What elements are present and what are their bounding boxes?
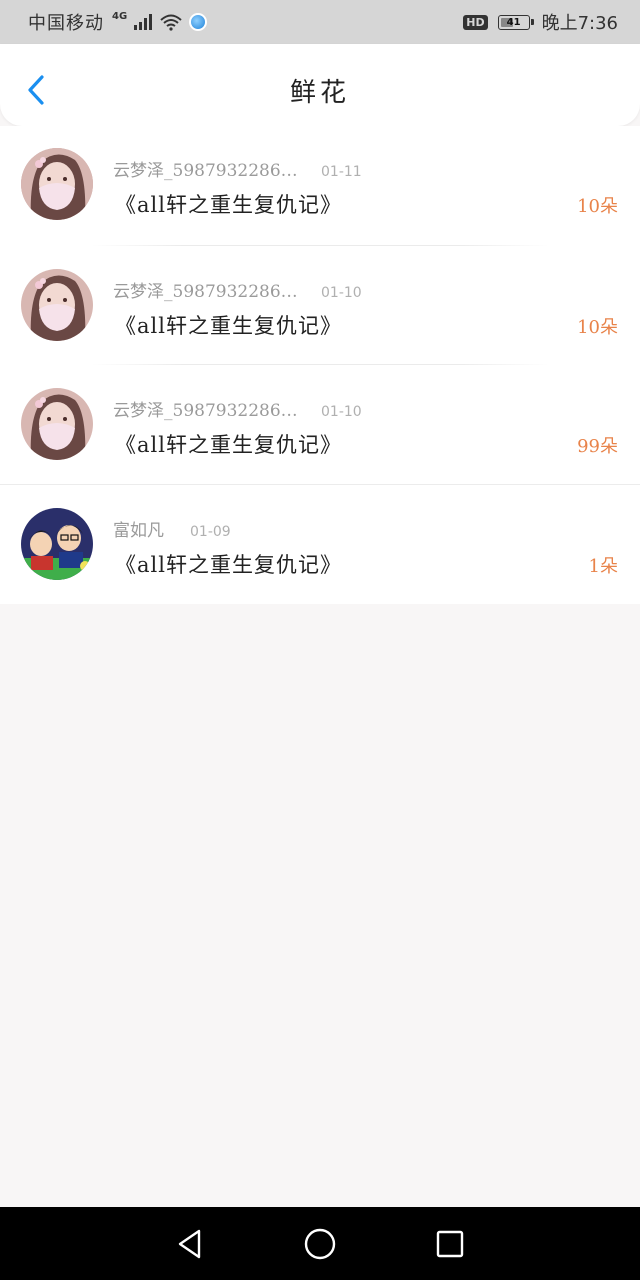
book-title[interactable]: 《all轩之重生复仇记》	[115, 310, 342, 340]
hd-badge: HD	[463, 14, 488, 30]
notification-app-icon	[189, 13, 208, 31]
network-type: 4G	[112, 10, 128, 22]
battery-icon: 41	[497, 14, 534, 30]
flower-count: 1朵	[588, 555, 618, 577]
nav-home-button[interactable]	[300, 1224, 340, 1264]
flower-record-list: 云梦泽_5987932286… 01-11 《all轩之重生复仇记》 10朵 云…	[0, 126, 640, 604]
book-title[interactable]: 《all轩之重生复仇记》	[115, 429, 342, 459]
record-date: 01-11	[321, 164, 362, 180]
status-bar: 中国移动 4G HD 41 晚上7:36	[0, 0, 640, 44]
girl-mask-avatar[interactable]	[21, 148, 93, 220]
square-recent-icon	[436, 1230, 464, 1257]
circle-home-icon	[304, 1228, 336, 1259]
wifi-icon	[160, 14, 182, 31]
status-right: HD 41 晚上7:36	[463, 9, 618, 35]
book-title[interactable]: 《all轩之重生复仇记》	[115, 189, 342, 219]
carrier-label: 中国移动	[28, 13, 104, 34]
record-date: 01-10	[321, 284, 362, 301]
list-item[interactable]: 富如凡 01-09 《all轩之重生复仇记》 1朵	[0, 485, 640, 605]
signal-icon	[134, 14, 153, 30]
system-nav-bar	[0, 1207, 640, 1280]
girl-mask-avatar[interactable]	[21, 268, 93, 341]
header: 鲜花	[0, 44, 640, 126]
status-left: 中国移动 4G	[28, 9, 208, 35]
record-meta: 云梦泽_5987932286… 01-11	[113, 156, 362, 181]
battery-level: 41	[506, 16, 521, 28]
record-meta: 云梦泽_5987932286… 01-10	[113, 277, 362, 302]
record-meta: 云梦泽_5987932286… 01-10	[113, 396, 362, 421]
flower-count: 99朵	[577, 436, 618, 457]
list-item[interactable]: 云梦泽_5987932286… 01-10 《all轩之重生复仇记》 99朵	[0, 365, 640, 485]
flower-count: 10朵	[577, 196, 618, 217]
nav-back-button[interactable]	[170, 1224, 210, 1264]
record-date: 01-10	[321, 404, 362, 420]
status-time: 晚上7:36	[541, 13, 618, 34]
girl-mask-avatar[interactable]	[21, 388, 93, 460]
flower-count: 10朵	[577, 316, 618, 338]
record-date: 01-09	[190, 523, 231, 540]
record-meta: 富如凡 01-09	[113, 516, 231, 541]
page-title: 鲜花	[289, 78, 350, 108]
username[interactable]: 云梦泽_5987932286…	[113, 396, 313, 421]
nav-recent-button[interactable]	[430, 1224, 470, 1264]
list-item[interactable]: 云梦泽_5987932286… 01-10 《all轩之重生复仇记》 10朵	[0, 246, 640, 365]
username[interactable]: 富如凡	[113, 516, 164, 541]
anime-group-avatar[interactable]	[21, 507, 93, 580]
username[interactable]: 云梦泽_5987932286…	[113, 156, 313, 181]
book-title[interactable]: 《all轩之重生复仇记》	[115, 549, 342, 579]
triangle-back-icon	[178, 1229, 201, 1258]
list-item[interactable]: 云梦泽_5987932286… 01-11 《all轩之重生复仇记》 10朵	[0, 126, 640, 246]
username[interactable]: 云梦泽_5987932286…	[113, 277, 313, 302]
